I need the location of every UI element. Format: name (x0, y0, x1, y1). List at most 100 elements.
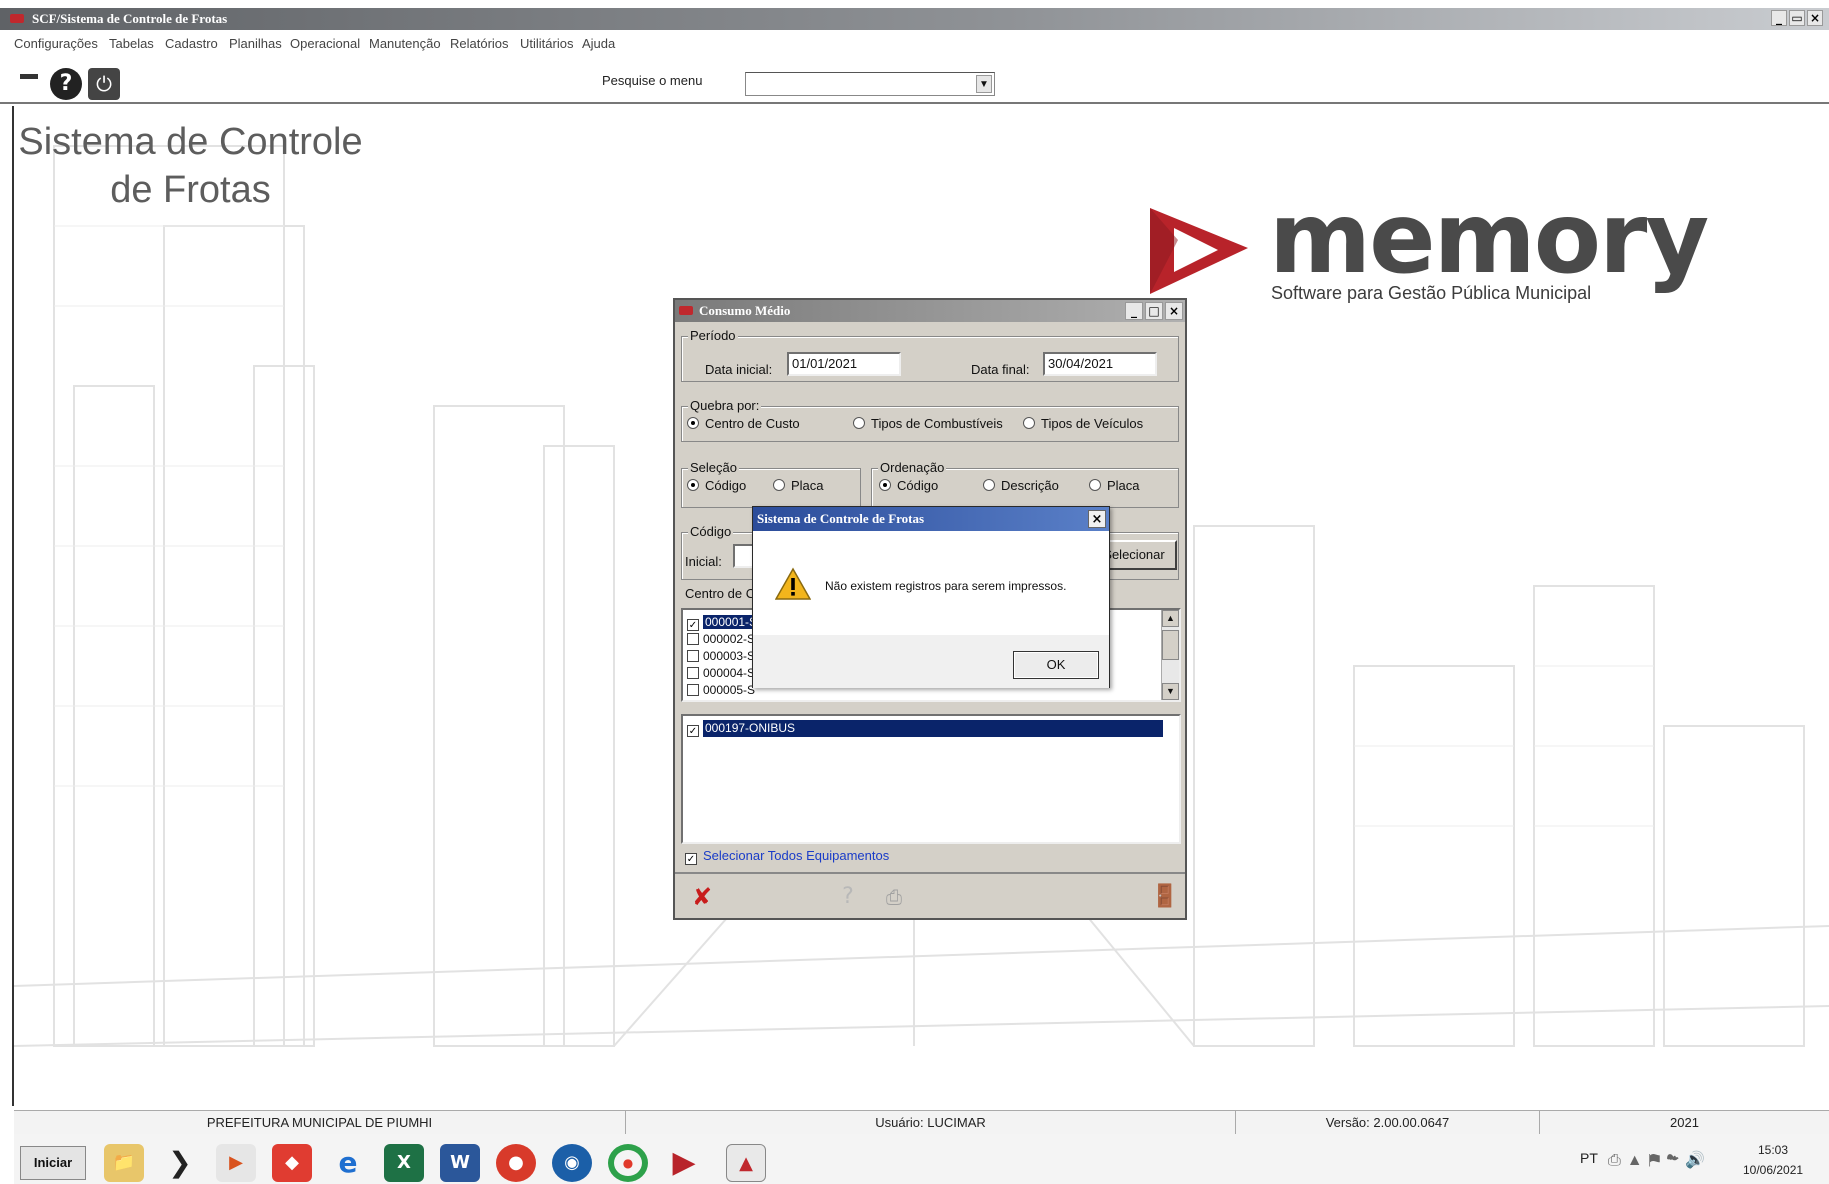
message-text: Não existem registros para serem impress… (825, 579, 1067, 593)
language-indicator[interactable]: PT (1580, 1150, 1598, 1166)
status-organization: PREFEITURA MUNICIPAL DE PIUMHI (14, 1111, 626, 1135)
minimize-menu-icon[interactable] (20, 74, 38, 79)
radio-ordenacao-placa[interactable]: Placa (1089, 478, 1140, 493)
chrome-icon[interactable]: ● (608, 1144, 648, 1182)
data-final-field[interactable]: 30/04/2021 (1043, 352, 1157, 376)
menu-manutencao[interactable]: Manutenção (369, 36, 441, 51)
codigo-legend: Código (688, 524, 734, 539)
play-logo-icon (1150, 208, 1248, 294)
command-bar: ✘ ? ⎙ 🚪 (675, 872, 1185, 918)
list-item[interactable]: ✓ 000197-ONIBUS (687, 720, 1173, 737)
power-icon[interactable]: ⏻ (88, 68, 120, 100)
github-desktop-icon[interactable]: ◉ (552, 1144, 592, 1182)
list-item[interactable]: 000002-S (687, 631, 755, 648)
status-version: Versão: 2.00.00.0647 (1236, 1111, 1540, 1135)
ordenacao-legend: Ordenação (878, 460, 947, 475)
clock-time: 15:03 (1757, 1143, 1789, 1157)
menu-operacional[interactable]: Operacional (290, 36, 360, 51)
app-icon (10, 14, 24, 23)
radio-centro-de-custo[interactable]: Centro de Custo (687, 416, 800, 431)
internet-explorer-icon[interactable]: e (328, 1144, 368, 1182)
app-title: SCF/Sistema de Controle de Frotas (32, 11, 228, 26)
close-button[interactable]: × (1807, 10, 1823, 26)
consumo-medio-title-bar: Consumo Médio _ □ × (675, 300, 1185, 322)
clock-date: 10/06/2021 (1743, 1163, 1804, 1177)
system-tray-icons[interactable]: ⎙▲⚑☁🔊 (1608, 1150, 1711, 1170)
print-icon[interactable]: ⎙ (881, 884, 907, 910)
word-icon[interactable]: W (440, 1144, 480, 1182)
list-item[interactable]: ✓ 000001-S (687, 614, 760, 631)
radio-selecao-placa[interactable]: Placa (773, 478, 824, 493)
menu-relatorios[interactable]: Relatórios (450, 36, 509, 51)
scroll-up-icon[interactable]: ▲ (1162, 610, 1179, 627)
menu-configuracoes[interactable]: Configurações (14, 36, 98, 51)
logo-wordmark: memory (1269, 182, 1709, 296)
menu-cadastro[interactable]: Cadastro (165, 36, 218, 51)
logo-tagline: Software para Gestão Pública Municipal (1271, 283, 1592, 303)
memory-app-icon[interactable]: ▶ (664, 1144, 704, 1182)
radio-ordenacao-descricao[interactable]: Descrição (983, 478, 1059, 493)
centro-list-scrollbar[interactable]: ▲ ▼ (1161, 610, 1179, 700)
scroll-down-icon[interactable]: ▼ (1162, 683, 1179, 700)
start-button[interactable]: Iniciar (20, 1146, 86, 1180)
list-item[interactable]: 000004-S (687, 665, 755, 682)
memory-logo: memory Software para Gestão Pública Muni… (1148, 182, 1728, 310)
selecao-legend: Seleção (688, 460, 739, 475)
radio-selecao-codigo[interactable]: Código (687, 478, 746, 493)
search-menu-label: Pesquise o menu (602, 73, 703, 88)
quebra-por-legend: Quebra por: (688, 398, 762, 413)
minimize-button[interactable]: _ (1771, 10, 1787, 26)
maximize-button[interactable]: □ (1145, 302, 1163, 320)
data-inicial-label: Data inicial: (705, 362, 773, 377)
ok-button[interactable]: OK (1013, 651, 1099, 679)
excel-icon[interactable]: X (384, 1144, 424, 1182)
background-title-line1: Sistema de Controle (18, 121, 363, 163)
menu-bar: Configurações Tabelas Cadastro Planilhas… (0, 32, 1829, 56)
search-menu-combo[interactable]: ▼ (745, 72, 995, 96)
file-explorer-icon[interactable]: 📁 (104, 1144, 144, 1182)
message-dialog: Sistema de Controle de Frotas × Não exis… (752, 506, 1110, 688)
status-year: 2021 (1670, 1115, 1699, 1130)
warning-icon (775, 567, 811, 600)
help-icon[interactable]: ? (835, 884, 861, 910)
codigo-inicial-label: Inicial: (685, 554, 722, 569)
list-item[interactable]: 000005-S (687, 682, 755, 699)
menu-tabelas[interactable]: Tabelas (109, 36, 154, 51)
clock[interactable]: 15:03 10/06/2021 (1743, 1140, 1803, 1180)
scf-app-icon[interactable]: ▲ (726, 1144, 766, 1182)
background-title-line2: de Frotas (110, 169, 271, 211)
status-bar: PREFEITURA MUNICIPAL DE PIUMHI Usuário: … (14, 1110, 1829, 1135)
help-icon[interactable]: ? (50, 68, 82, 100)
data-inicial-field[interactable]: 01/01/2021 (787, 352, 901, 376)
left-divider (12, 106, 14, 1106)
radio-ordenacao-codigo[interactable]: Código (879, 478, 938, 493)
media-player-icon[interactable]: ▶ (216, 1144, 256, 1182)
menu-utilitarios[interactable]: Utilitários (520, 36, 573, 51)
close-icon[interactable]: × (1088, 510, 1106, 528)
taskbar: Iniciar 📁 ❯ ▶ ◆ e X W ● ◉ ● ▶ ▲ PT ⎙▲⚑☁🔊… (14, 1134, 1829, 1184)
list-item[interactable]: 000003-S (687, 648, 755, 665)
equipamentos-list[interactable]: ✓ 000197-ONIBUS (681, 714, 1181, 844)
app-title-bar: SCF/Sistema de Controle de Frotas _ ▭ × (0, 8, 1829, 30)
status-user: Usuário: LUCIMAR (626, 1111, 1236, 1135)
centro-de-custo-label: Centro de Cu (685, 586, 763, 601)
menu-ajuda[interactable]: Ajuda (582, 36, 615, 51)
periodo-legend: Período (688, 328, 738, 343)
scroll-thumb[interactable] (1162, 630, 1179, 660)
background-title: Sistema de Controle de Frotas (18, 118, 363, 214)
close-button[interactable]: × (1165, 302, 1183, 320)
anydesk-icon[interactable]: ◆ (272, 1144, 312, 1182)
radio-tipos-veiculos[interactable]: Tipos de Veículos (1023, 416, 1143, 431)
data-final-label: Data final: (971, 362, 1030, 377)
cancel-x-icon[interactable]: ✘ (689, 884, 715, 910)
menu-planilhas[interactable]: Planilhas (229, 36, 282, 51)
selecionar-todos-checkbox[interactable]: ✓ Selecionar Todos Equipamentos (685, 848, 889, 865)
radio-tipos-combustiveis[interactable]: Tipos de Combustíveis (853, 416, 1003, 431)
firefox-icon[interactable]: ● (496, 1144, 536, 1182)
chevron-down-icon[interactable]: ▼ (976, 75, 992, 93)
selecionar-todos-label: Selecionar Todos Equipamentos (703, 848, 890, 863)
exit-door-icon[interactable]: 🚪 (1151, 884, 1178, 910)
powershell-icon[interactable]: ❯ (160, 1144, 200, 1182)
restore-button[interactable]: ▭ (1789, 10, 1805, 26)
minimize-button[interactable]: _ (1125, 302, 1143, 320)
